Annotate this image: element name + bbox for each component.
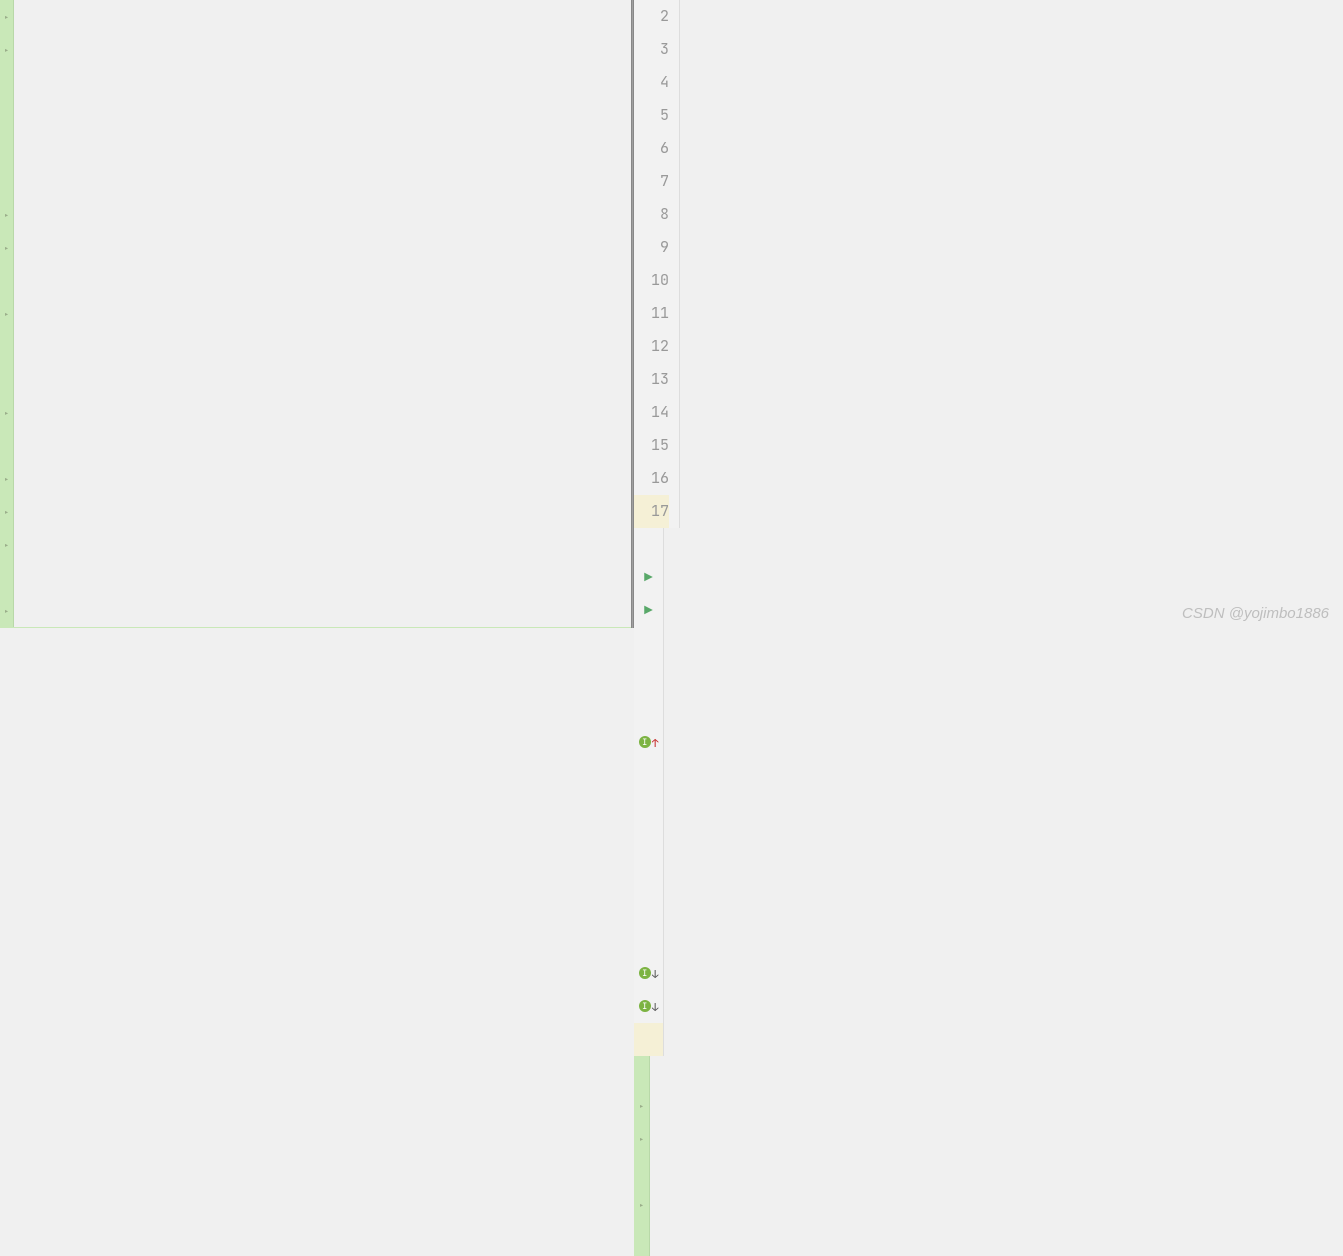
line-number[interactable]: 16 xyxy=(634,462,669,495)
fold-toggle-icon[interactable]: ▸ xyxy=(4,44,10,57)
gutter-icons[interactable]: ▶▶I↑I↓I↓ xyxy=(634,528,664,1056)
implemented-gutter-icon[interactable]: I xyxy=(639,967,651,979)
implemented-gutter-icon[interactable]: I xyxy=(639,1000,651,1012)
line-number[interactable]: 2 xyxy=(634,0,669,33)
fold-toggle-icon[interactable]: ▸ xyxy=(4,605,10,618)
fold-toggle-icon[interactable]: ▸ xyxy=(4,407,10,420)
line-number-gutter[interactable]: 234567891011121314151617 xyxy=(634,0,680,528)
fold-toggle-icon[interactable]: ▸ xyxy=(4,539,10,552)
right-fold-gutter[interactable]: ▸▸▸▸▸▸▸▸▸▸▸ xyxy=(634,1056,650,1256)
left-editor-pane: ▸▸▸▸▸▸▸▸▸▸ public class classdemo2 { pub… xyxy=(0,0,631,628)
fold-toggle-icon[interactable]: ▸ xyxy=(4,506,10,519)
fold-toggle-icon[interactable]: ▸ xyxy=(4,308,10,321)
line-number[interactable]: 11 xyxy=(634,297,669,330)
fold-toggle-icon[interactable]: ▸ xyxy=(639,1100,645,1113)
line-number[interactable]: 7 xyxy=(634,165,669,198)
line-number[interactable]: 4 xyxy=(634,66,669,99)
fold-toggle-icon[interactable]: ▸ xyxy=(4,473,10,486)
line-number[interactable]: 17 xyxy=(634,495,669,528)
line-number[interactable]: 13 xyxy=(634,363,669,396)
fold-toggle-icon[interactable]: ▸ xyxy=(639,1133,645,1146)
line-number[interactable]: 9 xyxy=(634,231,669,264)
right-editor-pane: 234567891011121314151617 ▶▶I↑I↓I↓ ▸▸▸▸▸▸… xyxy=(634,0,1343,628)
line-number[interactable]: 6 xyxy=(634,132,669,165)
line-number[interactable]: 14 xyxy=(634,396,669,429)
fold-toggle-icon[interactable]: ▸ xyxy=(4,209,10,222)
run-gutter-icon[interactable]: ▶ xyxy=(644,602,652,620)
override-gutter-icon[interactable]: I xyxy=(639,736,651,748)
run-gutter-icon[interactable]: ▶ xyxy=(644,569,652,587)
line-number[interactable]: 15 xyxy=(634,429,669,462)
line-number[interactable]: 10 xyxy=(634,264,669,297)
line-number[interactable]: 8 xyxy=(634,198,669,231)
line-number[interactable]: 5 xyxy=(634,99,669,132)
line-number[interactable]: 3 xyxy=(634,33,669,66)
fold-toggle-icon[interactable]: ▸ xyxy=(4,11,10,24)
left-fold-gutter[interactable]: ▸ ▸ ▸ ▸ ▸ ▸ ▸ ▸ ▸ ▸ xyxy=(0,0,14,627)
fold-toggle-icon[interactable]: ▸ xyxy=(639,1199,645,1212)
line-number[interactable]: 12 xyxy=(634,330,669,363)
fold-toggle-icon[interactable]: ▸ xyxy=(4,242,10,255)
